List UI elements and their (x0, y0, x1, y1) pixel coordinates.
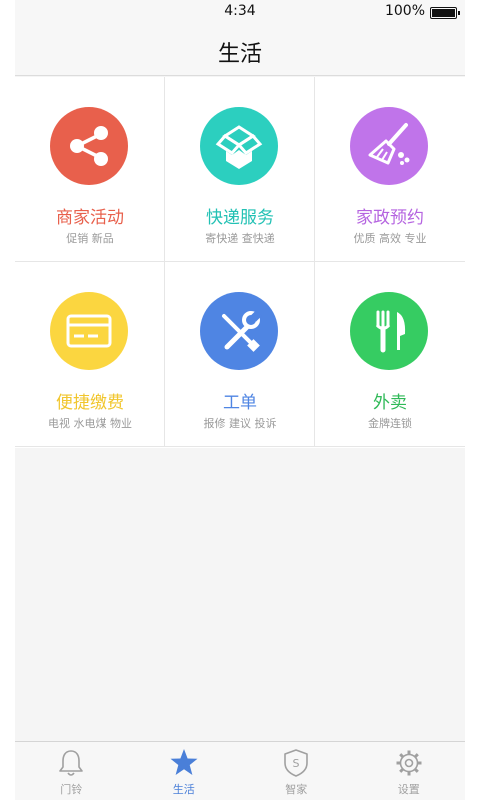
tab-smart-home[interactable]: S 智家 (240, 742, 353, 800)
battery-icon (430, 7, 460, 19)
service-tile-bill-payment[interactable]: 便捷缴费 电视 水电煤 物业 (15, 262, 165, 447)
tab-settings[interactable]: 设置 (353, 742, 466, 800)
tools-icon (200, 292, 278, 370)
service-title: 商家活动 (56, 208, 124, 228)
package-icon (200, 107, 278, 185)
tab-label: 设置 (397, 783, 420, 796)
page-title: 生活 (217, 42, 262, 67)
fork-knife-icon (350, 292, 428, 370)
status-bar: 4:34 100% (15, 0, 465, 24)
service-grid: 商家活动 促销 新品 快递服务 寄快递 查快递 家政预约 优质 高效 专业 便捷… (15, 77, 465, 448)
service-subtitle: 促销 新品 (66, 232, 114, 245)
card-icon (50, 292, 128, 370)
bell-icon (59, 750, 83, 776)
tab-label: 智家 (285, 783, 308, 796)
star-icon (170, 749, 197, 775)
tab-life[interactable]: 生活 (128, 742, 241, 800)
service-subtitle: 报修 建议 投诉 (203, 417, 277, 430)
service-tile-takeout[interactable]: 外卖 金牌连锁 (315, 262, 465, 447)
nav-bar: 生活 (15, 24, 465, 76)
service-title: 外卖 (373, 393, 407, 413)
share-icon (50, 107, 128, 185)
service-subtitle: 优质 高效 专业 (353, 232, 427, 245)
service-tile-housekeeping[interactable]: 家政预约 优质 高效 专业 (315, 77, 465, 262)
svg-text:S: S (293, 757, 300, 770)
service-subtitle: 寄快递 查快递 (205, 232, 275, 245)
tab-bar: 门铃 生活 S 智家 设置 (15, 741, 465, 800)
service-title: 快递服务 (206, 208, 274, 228)
service-subtitle: 金牌连锁 (368, 417, 412, 430)
service-title: 工单 (223, 393, 257, 413)
app-frame: 4:34 100% 生活 商家活动 促销 新品 快递服务 寄快递 查快递 家政预… (15, 0, 465, 800)
shield-icon: S (284, 749, 308, 777)
gear-icon (396, 750, 421, 776)
tab-label: 门铃 (60, 783, 83, 796)
service-tile-express[interactable]: 快递服务 寄快递 查快递 (165, 77, 315, 262)
service-subtitle: 电视 水电煤 物业 (48, 417, 132, 430)
service-tile-merchant-activity[interactable]: 商家活动 促销 新品 (15, 77, 165, 262)
broom-icon (350, 107, 428, 185)
battery-percent: 100% (384, 3, 425, 19)
tab-doorbell[interactable]: 门铃 (15, 742, 128, 800)
service-tile-work-order[interactable]: 工单 报修 建议 投诉 (165, 262, 315, 447)
service-title: 便捷缴费 (56, 393, 124, 413)
service-title: 家政预约 (356, 208, 424, 228)
tab-label: 生活 (172, 783, 195, 796)
